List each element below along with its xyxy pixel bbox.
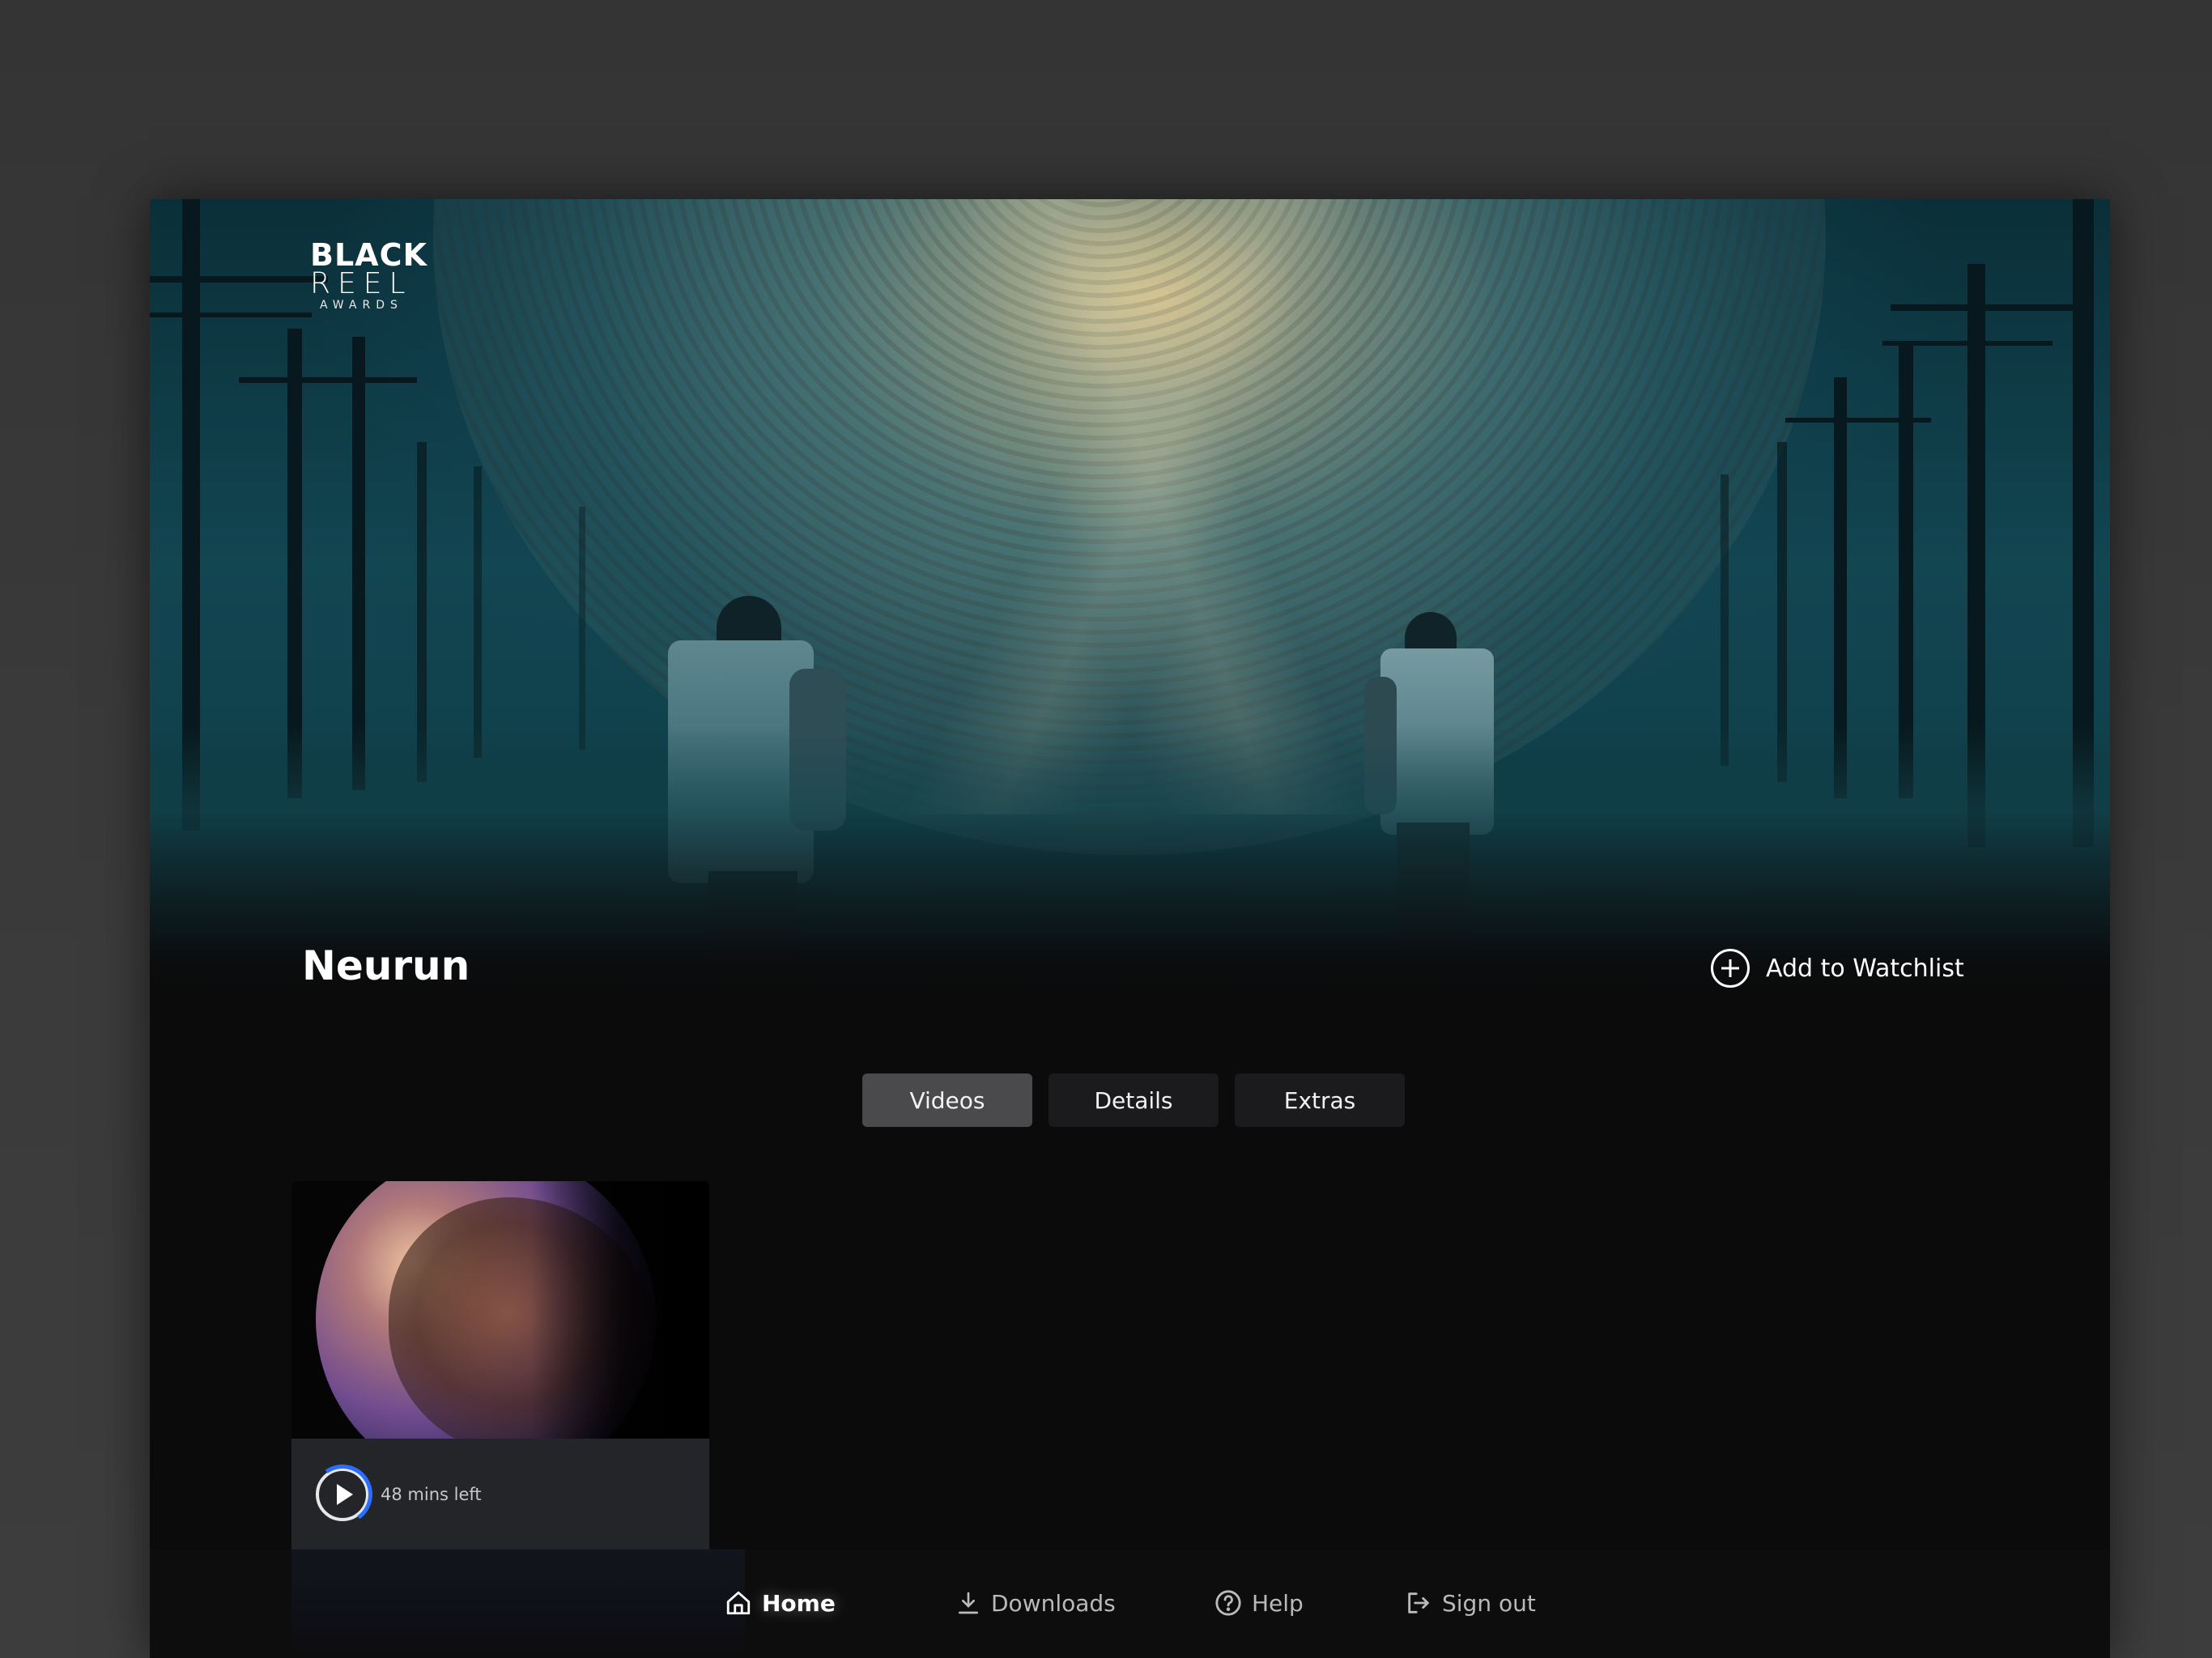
add-to-watchlist-button[interactable]: Add to Watchlist <box>1711 946 1964 991</box>
nav-downloads-label: Downloads <box>991 1589 1116 1617</box>
bottom-nav-glow <box>291 1550 745 1658</box>
content-tabs: Videos Details Extras <box>862 1073 1405 1127</box>
hero-pole-bar <box>150 276 328 283</box>
logo-text-line2: REEL <box>310 267 413 300</box>
hero-pole <box>352 337 365 790</box>
play-icon <box>337 1483 353 1505</box>
time-left-label: 48 mins left <box>381 1484 482 1504</box>
nav-help[interactable]: Help <box>1214 1580 1304 1626</box>
plus-circle-icon <box>1711 949 1750 988</box>
brand-logo[interactable]: BLACK REEL AWARDS <box>310 237 428 312</box>
hero-pole-bar <box>1785 418 1931 423</box>
nav-downloads[interactable]: Downloads <box>955 1580 1116 1626</box>
home-icon <box>726 1591 751 1615</box>
hero-pole <box>579 507 585 750</box>
hero-pole <box>474 466 482 758</box>
nav-help-label: Help <box>1252 1589 1304 1617</box>
help-circle-icon <box>1215 1590 1241 1616</box>
video-card-meta: 48 mins left <box>291 1439 709 1550</box>
hero-pole-bar <box>150 312 312 317</box>
nav-sign-out-label: Sign out <box>1442 1589 1536 1617</box>
logo-text-line1: BLACK <box>310 237 428 273</box>
thumbnail-shade <box>531 1181 709 1439</box>
play-button[interactable] <box>308 1459 377 1529</box>
download-icon <box>959 1592 978 1614</box>
video-card[interactable]: 48 mins left <box>291 1181 709 1550</box>
movie-title: Neurun <box>302 942 470 989</box>
sign-out-icon <box>1408 1592 1429 1613</box>
app-window: BLACK REEL AWARDS Neurun Add to Watchlis… <box>150 199 2110 1658</box>
tab-videos[interactable]: Videos <box>862 1073 1032 1127</box>
nav-sign-out[interactable]: Sign out <box>1405 1580 1536 1626</box>
tab-extras[interactable]: Extras <box>1235 1073 1405 1127</box>
nav-home[interactable]: Home <box>725 1580 836 1626</box>
hero-pole <box>1721 474 1729 766</box>
add-to-watchlist-label: Add to Watchlist <box>1766 954 1964 983</box>
hero-pole-bar <box>1891 304 2077 311</box>
hero-pole-bar <box>239 377 417 383</box>
tab-details[interactable]: Details <box>1049 1073 1219 1127</box>
video-thumbnail[interactable] <box>291 1181 709 1439</box>
nav-home-label: Home <box>762 1589 836 1617</box>
hero-banner: BLACK REEL AWARDS <box>150 199 2110 1009</box>
